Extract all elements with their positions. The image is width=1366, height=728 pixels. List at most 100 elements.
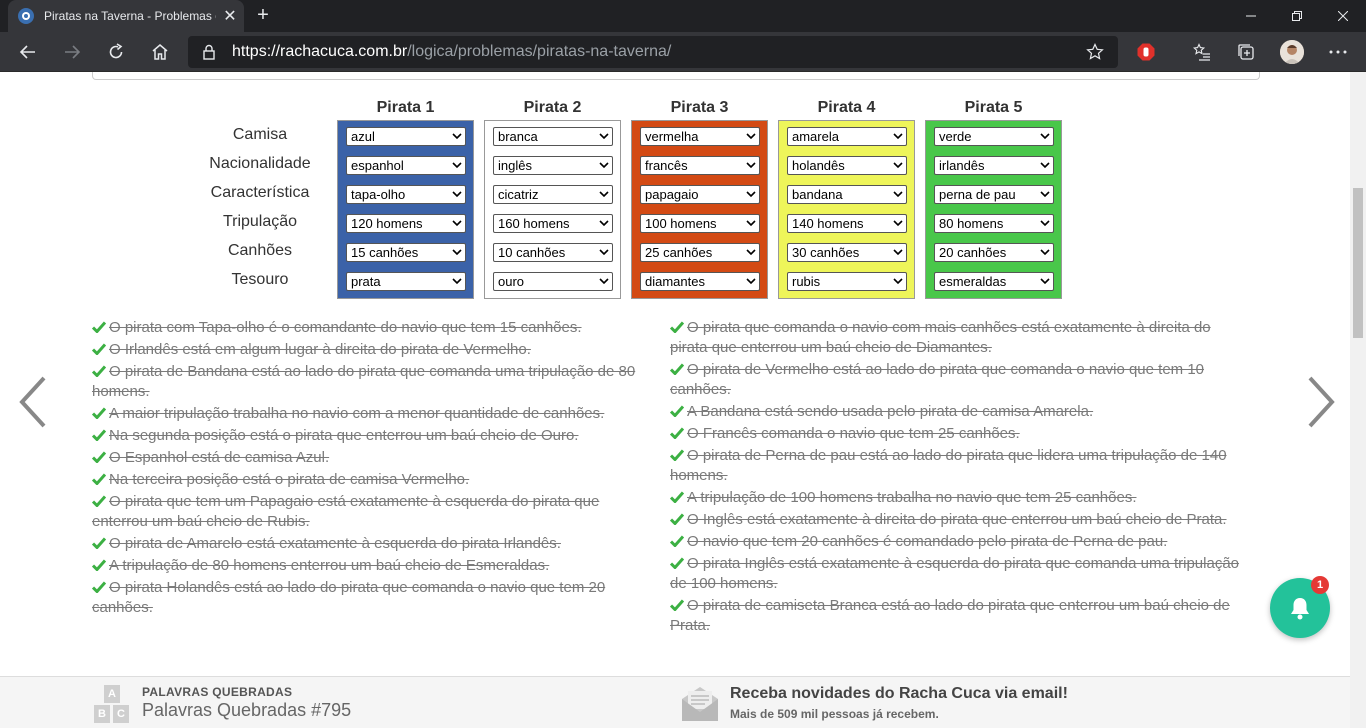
select-value: 30 canhões <box>792 245 860 260</box>
attribute-select[interactable]: verde <box>934 127 1054 146</box>
notification-badge: 1 <box>1311 576 1329 594</box>
clue-item[interactable]: O pirata Inglês está exatamente à esquer… <box>670 554 1250 594</box>
attribute-select[interactable]: 140 homens <box>787 214 907 233</box>
attribute-select[interactable]: espanhol <box>346 156 466 175</box>
newsletter-title[interactable]: Receba novidades do Racha Cuca via email… <box>730 685 1068 703</box>
pirate-title: Pirata 2 <box>523 99 582 116</box>
clue-item[interactable]: O pirata de Vermelho está ao lado do pir… <box>670 360 1250 400</box>
chevron-down-icon <box>893 133 903 140</box>
minimize-window-icon[interactable] <box>1228 0 1274 32</box>
clue-item[interactable]: O pirata de camiseta Branca está ao lado… <box>670 596 1250 636</box>
clue-text: A Bandana está sendo usada pelo pirata d… <box>687 403 1094 420</box>
attribute-select[interactable]: 100 homens <box>640 214 760 233</box>
clue-text: O pirata que tem um Papagaio está exatam… <box>92 493 600 530</box>
attribute-select[interactable]: 160 homens <box>493 214 613 233</box>
clue-item[interactable]: Na segunda posição está o pirata que ent… <box>92 426 654 446</box>
attribute-select[interactable]: prata <box>346 272 466 291</box>
reload-icon[interactable] <box>100 36 132 68</box>
restore-window-icon[interactable] <box>1274 0 1320 32</box>
clue-item[interactable]: O pirata que tem um Papagaio está exatam… <box>92 492 654 532</box>
attribute-select[interactable]: azul <box>346 127 466 146</box>
attribute-select[interactable]: esmeraldas <box>934 272 1054 291</box>
chevron-down-icon <box>599 249 609 256</box>
attribute-select[interactable]: 10 canhões <box>493 243 613 262</box>
clue-item[interactable]: A tripulação de 80 homens enterrou um ba… <box>92 556 654 576</box>
address-bar[interactable]: https://rachacuca.com.br/logica/problema… <box>188 36 1118 68</box>
attribute-select[interactable]: 120 homens <box>346 214 466 233</box>
new-tab-button[interactable]: + <box>252 4 274 26</box>
attribute-select[interactable]: rubis <box>787 272 907 291</box>
select-value: papagaio <box>645 187 699 202</box>
check-icon <box>92 559 106 571</box>
chevron-down-icon <box>1040 162 1050 169</box>
row-label: Tesouro <box>231 271 289 288</box>
clue-item[interactable]: O pirata de Bandana está ao lado do pira… <box>92 362 654 402</box>
attribute-select[interactable]: 20 canhões <box>934 243 1054 262</box>
more-menu-icon[interactable] <box>1322 36 1354 68</box>
chevron-down-icon <box>893 278 903 285</box>
home-icon[interactable] <box>144 36 176 68</box>
pirate-column-3: Pirata 3 vermelha francês papagaio 100 homen… <box>631 98 768 299</box>
attribute-select[interactable]: tapa-olho <box>346 185 466 204</box>
close-window-icon[interactable] <box>1320 0 1366 32</box>
attribute-select[interactable]: 80 homens <box>934 214 1054 233</box>
attribute-select[interactable]: 15 canhões <box>346 243 466 262</box>
clue-item[interactable]: Na terceira posição está o pirata de cam… <box>92 470 654 490</box>
attribute-select[interactable]: perna de pau <box>934 185 1054 204</box>
clue-item[interactable]: O Inglês está exatamente à direita do pi… <box>670 510 1250 530</box>
select-value: 25 canhões <box>645 245 713 260</box>
attribute-select[interactable]: vermelha <box>640 127 760 146</box>
clue-item[interactable]: O Francês comanda o navio que tem 25 can… <box>670 424 1250 444</box>
clue-text: O Francês comanda o navio que tem 25 can… <box>687 425 1020 442</box>
adblock-extension-icon[interactable] <box>1130 36 1162 68</box>
attribute-select[interactable]: inglês <box>493 156 613 175</box>
attribute-select[interactable]: diamantes <box>640 272 760 291</box>
clue-item[interactable]: A maior tripulação trabalha no navio com… <box>92 404 654 424</box>
select-value: rubis <box>792 274 821 289</box>
footer-bar: A B C PALAVRAS QUEBRADAS Palavras Quebra… <box>0 676 1350 728</box>
attribute-select[interactable]: francês <box>640 156 760 175</box>
clue-item[interactable]: O Irlandês está em algum lugar à direita… <box>92 340 654 360</box>
attribute-select[interactable]: amarela <box>787 127 907 146</box>
clue-item[interactable]: O navio que tem 20 canhões é comandado p… <box>670 532 1250 552</box>
clue-text: O pirata Holandês está ao lado do pirata… <box>92 579 606 616</box>
attribute-select[interactable]: papagaio <box>640 185 760 204</box>
attribute-select[interactable]: irlandês <box>934 156 1054 175</box>
previous-puzzle-arrow-icon[interactable] <box>14 372 54 432</box>
row-label: Camisa <box>232 126 288 143</box>
attribute-select[interactable]: cicatriz <box>493 185 613 204</box>
attribute-select[interactable]: bandana <box>787 185 907 204</box>
attribute-select[interactable]: branca <box>493 127 613 146</box>
favorites-list-icon[interactable] <box>1186 36 1218 68</box>
chevron-down-icon <box>599 162 609 169</box>
tab-close-icon[interactable]: ✕ <box>222 6 238 26</box>
back-arrow-icon[interactable] <box>12 36 44 68</box>
clue-item[interactable]: O pirata que comanda o navio com mais ca… <box>670 318 1250 358</box>
check-icon <box>92 429 106 441</box>
clue-item[interactable]: O pirata Holandês está ao lado do pirata… <box>92 578 654 618</box>
select-value: branca <box>498 129 538 144</box>
clue-item[interactable]: A Bandana está sendo usada pelo pirata d… <box>670 402 1250 422</box>
forward-arrow-icon[interactable] <box>56 36 88 68</box>
profile-avatar[interactable] <box>1280 40 1304 64</box>
favorite-star-icon[interactable] <box>1086 43 1104 66</box>
attribute-select[interactable]: 30 canhões <box>787 243 907 262</box>
clue-text: O pirata de Amarelo está exatamente à es… <box>109 535 561 552</box>
next-puzzle-arrow-icon[interactable] <box>1300 372 1340 432</box>
page-scrollbar[interactable] <box>1350 72 1366 728</box>
clue-text: O Inglês está exatamente à direita do pi… <box>687 511 1227 528</box>
attribute-select[interactable]: 25 canhões <box>640 243 760 262</box>
clue-item[interactable]: O Espanhol está de camisa Azul. <box>92 448 654 468</box>
browser-tab[interactable]: Piratas na Taverna - Problemas de Lógica… <box>8 0 244 32</box>
clue-item[interactable]: O pirata de Perna de pau está ao lado do… <box>670 446 1250 486</box>
clue-item[interactable]: O pirata com Tapa-olho é o comandante do… <box>92 318 654 338</box>
scrollbar-thumb[interactable] <box>1353 188 1363 338</box>
attribute-select[interactable]: ouro <box>493 272 613 291</box>
attribute-select[interactable]: holandês <box>787 156 907 175</box>
collections-icon[interactable] <box>1230 36 1262 68</box>
clue-text: Na segunda posição está o pirata que ent… <box>109 427 579 444</box>
footer-item-link[interactable]: Palavras Quebradas #795 <box>142 700 351 721</box>
select-value: esmeraldas <box>939 274 1007 289</box>
clue-item[interactable]: A tripulação de 100 homens trabalha no n… <box>670 488 1250 508</box>
clue-item[interactable]: O pirata de Amarelo está exatamente à es… <box>92 534 654 554</box>
